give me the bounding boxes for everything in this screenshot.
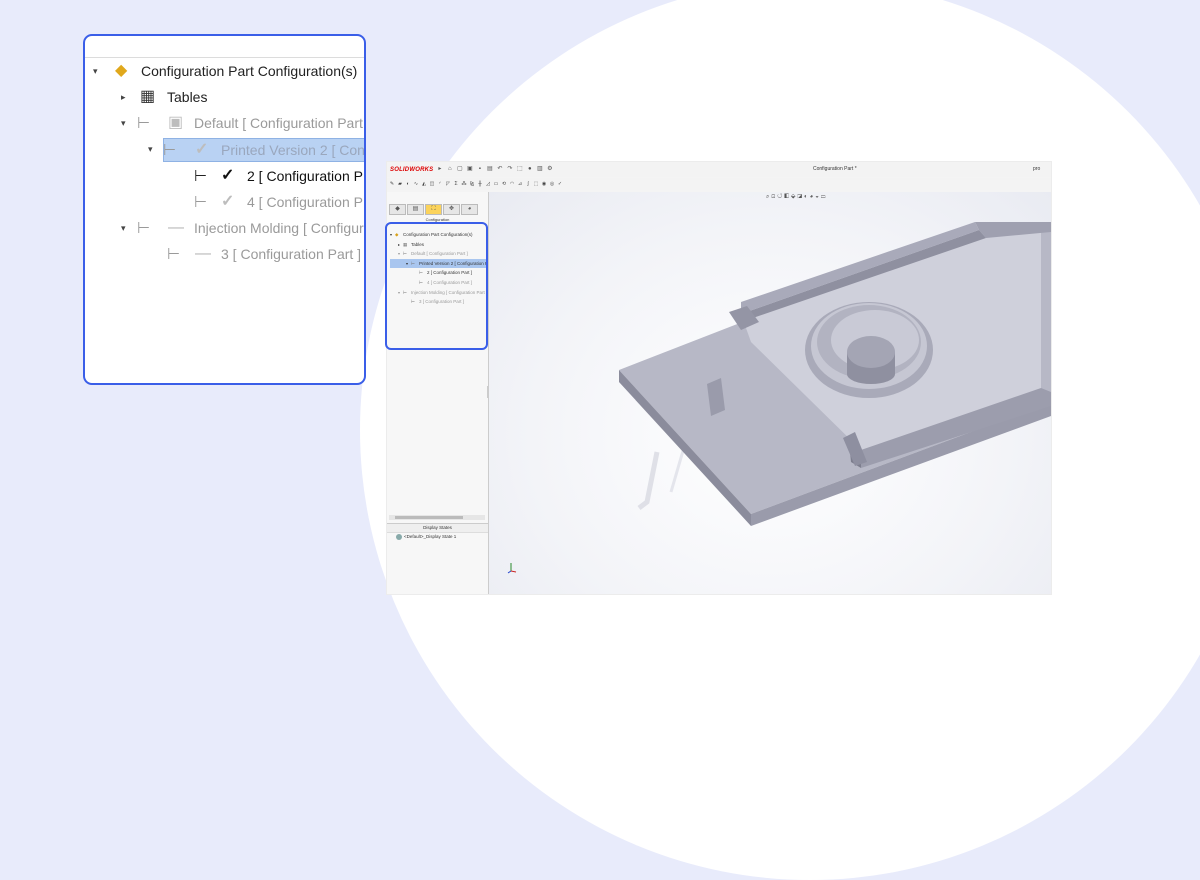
reference-geometry-icon[interactable]: ⊿ [517, 181, 523, 187]
pattern-icon[interactable]: ⁂ [461, 181, 467, 187]
3d-part-model [619, 222, 1051, 526]
sweep-icon[interactable]: ∿ [413, 181, 419, 187]
callout-tree-item-label: 2 [ Configuration P [247, 167, 363, 184]
home-icon[interactable]: ⌂ [446, 166, 453, 173]
curves-icon[interactable]: ∫ [525, 181, 531, 187]
dimxpert-tab-icon[interactable]: ✥ [443, 204, 460, 215]
dash-icon: — [195, 245, 211, 263]
options-icon[interactable]: ⚙ [546, 166, 553, 173]
print-icon[interactable]: ▤ [486, 166, 493, 173]
cut-icon[interactable]: ◫ [429, 181, 435, 187]
configuration-branch-icon: ⊢ [137, 115, 151, 133]
check-icon: ✓ [195, 140, 209, 158]
appearance-icon[interactable]: ◉ [541, 181, 547, 187]
display-manager-tab-icon[interactable]: ◕ [461, 204, 478, 215]
configuration-branch-icon: ⊢ [194, 167, 208, 185]
callout-tree-item-label: 3 [ Configuration Part ] [221, 246, 362, 263]
instant3d-icon[interactable]: ⬚ [533, 181, 539, 187]
window-title-right: pro [1033, 166, 1041, 172]
part-icon: ◆ [115, 62, 128, 80]
loft-icon[interactable]: ◭ [421, 181, 427, 187]
sum-icon[interactable]: Σ [453, 181, 459, 187]
undo-icon[interactable]: ↶ [496, 166, 503, 173]
title-bar: SOLIDWORKS ▸ ⌂ ▢ ▣ ▪ ▤ ↶ ↷ ⬚ ● ▥ ⚙ Confi… [387, 162, 1051, 177]
open-file-icon[interactable]: ▣ [466, 166, 473, 173]
save-icon: ▣ [168, 114, 184, 132]
callout-tree-item[interactable]: ▸ ▦ Tables [85, 84, 364, 110]
panel-tabs: ◆ ▤ ⛶ ✥ ◕ [389, 204, 478, 215]
configuration-branch-icon: ⊢ [163, 141, 177, 159]
select-icon[interactable]: ⬚ [516, 166, 523, 173]
mirror-icon[interactable]: ⧎ [469, 181, 475, 187]
new-file-icon[interactable]: ▢ [456, 166, 463, 173]
table-icon: ▦ [140, 88, 156, 106]
feature-manager-tab-icon[interactable]: ◆ [389, 204, 406, 215]
callout-tree-item-label: Injection Molding [ Configur [194, 220, 364, 237]
rib-icon[interactable]: ╫ [477, 181, 483, 187]
extrude-icon[interactable]: ▰ [397, 181, 403, 187]
fillet-icon[interactable]: ◜ [437, 181, 443, 187]
callout-tree-item-label: Default [ Configuration Part [194, 115, 363, 132]
shell-icon[interactable]: ▭ [493, 181, 499, 187]
tree-highlight-box [385, 222, 488, 350]
configuration-branch-icon: ⊢ [167, 246, 181, 264]
display-state-item[interactable]: <Default>_Display State 1 [396, 534, 456, 540]
graphics-viewport[interactable]: ⌕⊡↺◧⬙◪◐◕◒▭ [489, 192, 1051, 594]
display-state-label: <Default>_Display State 1 [404, 534, 457, 540]
solidworks-logo: SOLIDWORKS [390, 166, 434, 173]
configuration-branch-icon: ⊢ [194, 194, 208, 212]
zoom-callout: ▾ ◆ Configuration Part Configuration(s) ▸ ▦ T… [83, 34, 366, 385]
menu-arrow-icon[interactable]: ▸ [436, 166, 443, 173]
save-icon[interactable]: ▪ [476, 166, 483, 173]
redo-icon[interactable]: ↷ [506, 166, 513, 173]
file-properties-icon[interactable]: ▥ [536, 166, 543, 173]
wrap-icon[interactable]: ⟲ [501, 181, 507, 187]
callout-tree-item[interactable]: ⊢ ✓ 4 [ Configuration P [85, 189, 364, 215]
callout-tree-item[interactable]: ⊢ — 3 [ Configuration Part ] [85, 241, 364, 267]
collapse-arrow-icon[interactable]: ▾ [148, 144, 153, 155]
rebuild-icon[interactable]: ● [526, 166, 533, 173]
callout-tree-item-label: Tables [167, 89, 208, 106]
scrollbar-thumb[interactable] [395, 516, 463, 519]
chamfer-icon[interactable]: ◸ [445, 181, 451, 187]
display-state-icon [396, 534, 402, 540]
collapse-arrow-icon[interactable]: ▾ [121, 223, 126, 234]
callout-tree-item-label: Printed Version 2 [ Con [221, 141, 365, 158]
collapse-arrow-icon[interactable]: ▾ [93, 66, 98, 77]
check-icon: ✓ [221, 166, 235, 184]
property-manager-tab-icon[interactable]: ▤ [407, 204, 424, 215]
callout-tree-item[interactable]: ⊢ ✓ 2 [ Configuration P [85, 163, 364, 189]
configuration-manager-tab-icon[interactable]: ⛶ [425, 204, 442, 215]
callout-configuration-tree: ▾ ◆ Configuration Part Configuration(s) ▸ ▦ T… [85, 58, 364, 268]
revolve-icon[interactable]: ◐ [405, 181, 411, 187]
horizontal-scrollbar[interactable] [389, 515, 485, 520]
command-toolbar: ✎ ▰ ◐ ∿ ◭ ◫ ◜ ◸ Σ ⁂ ⧎ ╫ ◿ ▭ ⟲ ◠ ⊿ ∫ ⬚ ◉ … [387, 178, 1051, 190]
render-icon[interactable]: ◎ [549, 181, 555, 187]
callout-tree-item[interactable]: ▾ ⊢ ✓ Printed Version 2 [ Con [85, 137, 364, 163]
callout-tree-item[interactable]: ▾ ⊢ ▣ Default [ Configuration Part [85, 110, 364, 136]
window-title: Configuration Part * [813, 166, 857, 172]
display-states-heading: Display States [387, 523, 488, 533]
dash-icon: — [168, 219, 184, 237]
callout-tree-item[interactable]: ▾ ◆ Configuration Part Configuration(s) [85, 58, 364, 84]
expand-arrow-icon[interactable]: ▸ [121, 92, 126, 103]
axis-triad-icon [507, 563, 517, 574]
callout-tree-item[interactable]: ▾ ⊢ — Injection Molding [ Configur [85, 215, 364, 241]
callout-tree-item-label: 4 [ Configuration P [247, 194, 363, 211]
dome-icon[interactable]: ◠ [509, 181, 515, 187]
configuration-branch-icon: ⊢ [137, 220, 151, 238]
draft-icon[interactable]: ◿ [485, 181, 491, 187]
callout-tree-item-label: Configuration Part Configuration(s) [141, 63, 358, 80]
sketch-tool-icon[interactable]: ✎ [389, 181, 395, 187]
evaluate-icon[interactable]: ✓ [557, 181, 563, 187]
check-icon: ✓ [221, 193, 235, 211]
collapse-arrow-icon[interactable]: ▾ [121, 118, 126, 129]
